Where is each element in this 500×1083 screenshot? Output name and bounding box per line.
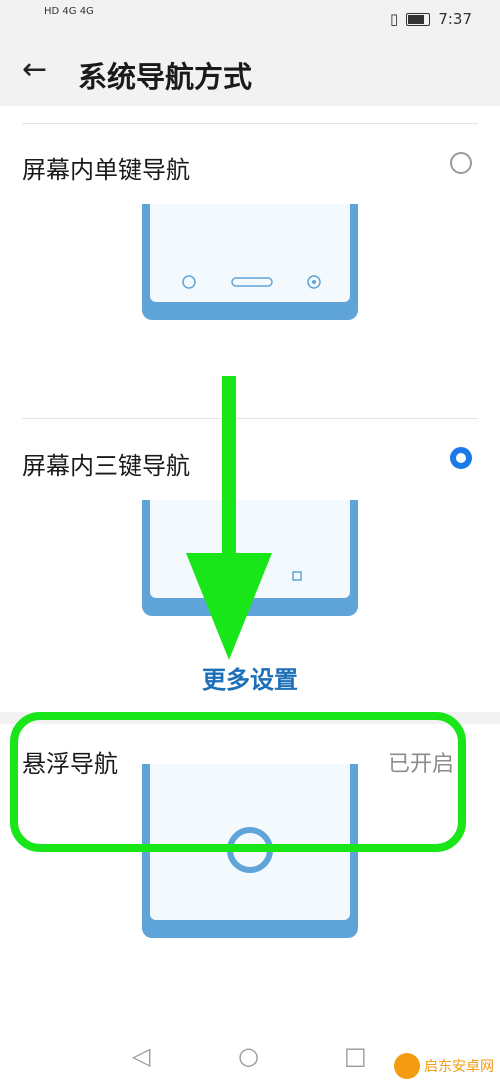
watermark-text: 启东安卓网 <box>424 1059 494 1075</box>
watermark-logo <box>394 1053 420 1079</box>
watermark: 启东安卓网 <box>394 1053 494 1079</box>
nav-recent-icon[interactable]: □ <box>344 1042 367 1070</box>
green-arrow-icon <box>186 376 272 660</box>
nav-home-icon[interactable]: ○ <box>238 1042 259 1070</box>
highlight-box <box>10 712 466 852</box>
nav-back-icon[interactable]: ◁ <box>132 1042 150 1070</box>
